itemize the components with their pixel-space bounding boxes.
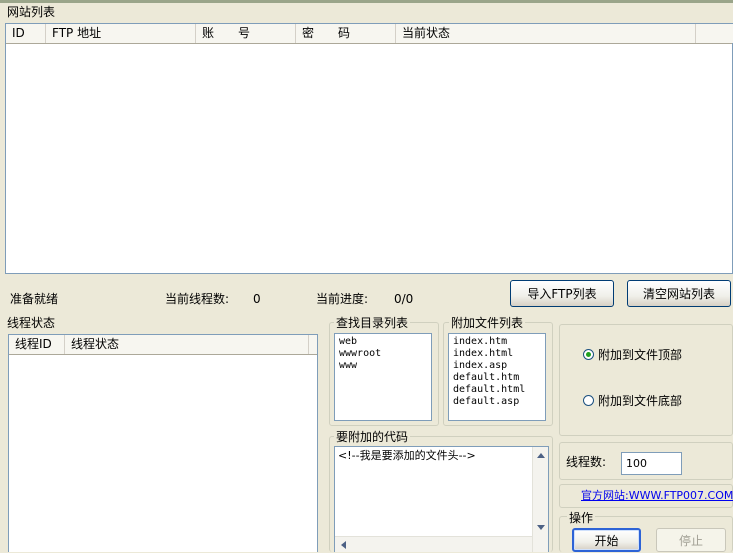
start-button[interactable]: 开始 bbox=[572, 528, 641, 552]
search-dirs-list[interactable]: web wwwroot www bbox=[334, 333, 432, 421]
official-site-link[interactable]: 官方网站:WWW.FTP007.COM bbox=[581, 489, 733, 503]
position-group bbox=[559, 324, 733, 436]
list-item[interactable]: index.html bbox=[453, 348, 513, 360]
attach-top-radio[interactable] bbox=[583, 349, 594, 360]
scroll-up-icon[interactable] bbox=[537, 453, 545, 458]
list-item[interactable]: default.asp bbox=[453, 396, 519, 408]
thread-status-table[interactable]: 线程ID 线程状态 bbox=[8, 334, 318, 552]
attach-files-title: 附加文件列表 bbox=[449, 316, 526, 330]
col-id[interactable]: ID bbox=[6, 24, 46, 43]
thread-count-label: 当前线程数: bbox=[165, 292, 230, 306]
col-ftp-address[interactable]: FTP 地址 bbox=[46, 24, 196, 43]
col-password[interactable]: 密 码 bbox=[296, 24, 396, 43]
threads-label: 线程数: bbox=[566, 455, 607, 469]
col-status[interactable]: 当前状态 bbox=[396, 24, 696, 43]
attach-bottom-label[interactable]: 附加到文件底部 bbox=[598, 394, 682, 408]
scroll-down-icon[interactable] bbox=[537, 525, 545, 530]
col-filler bbox=[696, 24, 733, 43]
code-textarea[interactable]: <!--我是要添加的文件头--> bbox=[334, 446, 549, 552]
site-list-table[interactable]: ID FTP 地址 账 号 密 码 当前状态 bbox=[5, 23, 733, 274]
list-item[interactable]: index.asp bbox=[453, 360, 507, 372]
progress-label: 当前进度: bbox=[316, 292, 369, 306]
ready-status: 准备就绪 bbox=[10, 292, 59, 306]
clear-sites-button[interactable]: 清空网站列表 bbox=[627, 280, 731, 307]
attach-top-label[interactable]: 附加到文件顶部 bbox=[598, 348, 682, 362]
scroll-left-icon[interactable] bbox=[341, 541, 346, 549]
progress-value: 0/0 bbox=[394, 292, 414, 306]
list-item[interactable]: index.htm bbox=[453, 336, 507, 348]
attach-bottom-radio[interactable] bbox=[583, 395, 594, 406]
list-item[interactable]: default.htm bbox=[453, 372, 519, 384]
site-list-header: ID FTP 地址 账 号 密 码 当前状态 bbox=[6, 24, 733, 44]
list-item[interactable]: default.html bbox=[453, 384, 525, 396]
list-item[interactable]: wwwroot bbox=[339, 348, 381, 360]
thread-count-value: 0 bbox=[253, 292, 261, 306]
attach-files-list[interactable]: index.htm index.html index.asp default.h… bbox=[448, 333, 546, 421]
code-text: <!--我是要添加的文件头--> bbox=[338, 449, 476, 462]
search-dirs-title: 查找目录列表 bbox=[334, 316, 411, 330]
code-vscroll[interactable] bbox=[532, 447, 548, 552]
code-title: 要附加的代码 bbox=[334, 430, 411, 444]
col-thread-id[interactable]: 线程ID bbox=[9, 335, 65, 354]
thread-status-title: 线程状态 bbox=[7, 316, 56, 330]
import-ftp-button[interactable]: 导入FTP列表 bbox=[510, 280, 614, 307]
list-item[interactable]: www bbox=[339, 360, 357, 372]
site-list-title: 网站列表 bbox=[7, 5, 56, 19]
stop-button[interactable]: 停止 bbox=[656, 528, 726, 552]
window-top-edge bbox=[0, 0, 733, 3]
list-item[interactable]: web bbox=[339, 336, 357, 348]
thread-status-header: 线程ID 线程状态 bbox=[9, 335, 317, 355]
col-filler bbox=[309, 335, 317, 354]
col-thread-state[interactable]: 线程状态 bbox=[65, 335, 309, 354]
col-account[interactable]: 账 号 bbox=[196, 24, 296, 43]
code-hscroll[interactable] bbox=[335, 536, 532, 552]
operation-label: 操作 bbox=[567, 511, 596, 525]
threads-input[interactable] bbox=[621, 452, 682, 475]
